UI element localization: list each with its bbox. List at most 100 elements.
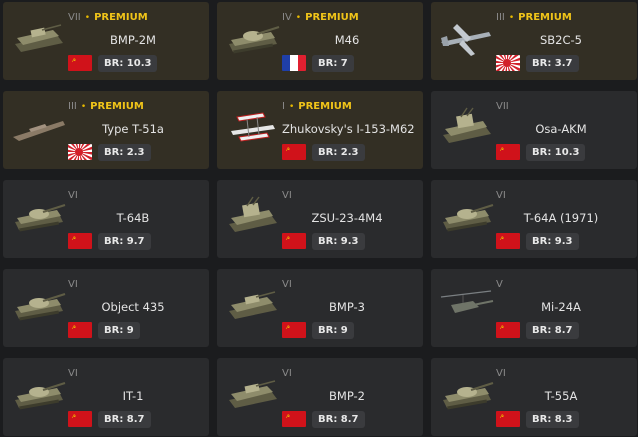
vehicle-card[interactable]: III • PREMIUM SB2C-5 BR: 3.7 — [431, 2, 637, 80]
tier-label: VII • PREMIUM — [68, 12, 148, 23]
vehicle-name: Type T-51a — [102, 122, 164, 136]
ussr-flag-icon: ☭ — [496, 144, 520, 160]
svg-text:☭: ☭ — [500, 414, 505, 420]
premium-badge: PREMIUM — [518, 12, 572, 23]
separator-dot-icon: • — [80, 102, 87, 112]
ussr-flag-icon: ☭ — [68, 55, 92, 71]
battle-rating-badge: BR: 9.3 — [526, 233, 579, 250]
vehicle-card[interactable]: VI IT-1 ☭ BR: 8.7 — [3, 358, 209, 436]
vehicle-grid: VII • PREMIUM BMP-2M ☭ BR: 10.3 IV • PREMIUM M46… — [0, 0, 638, 437]
vehicle-name: BMP-2M — [110, 33, 156, 47]
battle-rating-badge: BR: 7 — [312, 55, 354, 72]
separator-dot-icon: • — [84, 13, 91, 23]
vehicle-card[interactable]: VI Object 435 ☭ BR: 9 — [3, 269, 209, 347]
tier-numeral: III — [496, 12, 505, 23]
plane-vehicle-icon — [437, 18, 495, 58]
vehicle-name: Zhukovsky's I-153-M62 — [282, 122, 415, 136]
svg-text:☭: ☭ — [286, 236, 291, 242]
tier-numeral: VI — [68, 279, 78, 290]
tier-label: VI — [496, 190, 506, 201]
vehicle-card[interactable]: VI T-64B ☭ BR: 9.7 — [3, 180, 209, 258]
vehicle-name: BMP-2 — [329, 389, 365, 403]
vehicle-name: Mi-24A — [541, 300, 581, 314]
vehicle-card[interactable]: VI BMP-2 ☭ BR: 8.7 — [217, 358, 423, 436]
spaa-vehicle-icon — [437, 107, 495, 147]
tier-label: I • PREMIUM — [282, 101, 352, 112]
japan-flag-icon — [496, 55, 520, 71]
ussr-flag-icon: ☭ — [496, 411, 520, 427]
ussr-flag-icon: ☭ — [68, 322, 92, 338]
tier-numeral: VII — [68, 12, 81, 23]
ussr-flag-icon: ☭ — [282, 144, 306, 160]
separator-dot-icon: • — [295, 13, 302, 23]
svg-text:☭: ☭ — [500, 325, 505, 331]
tier-label: VI — [68, 190, 78, 201]
tier-numeral: VII — [496, 101, 509, 112]
svg-text:☭: ☭ — [72, 236, 77, 242]
vehicle-card[interactable]: VII Osa-AKM ☭ BR: 10.3 — [431, 91, 637, 169]
tank-vehicle-icon — [9, 196, 67, 236]
tier-numeral: VI — [282, 190, 292, 201]
tier-numeral: VI — [68, 368, 78, 379]
tier-numeral: VI — [496, 190, 506, 201]
tank-vehicle-icon — [223, 18, 281, 58]
tank-vehicle-icon — [437, 196, 495, 236]
tier-label: IV • PREMIUM — [282, 12, 359, 23]
premium-badge: PREMIUM — [298, 101, 352, 112]
vehicle-card[interactable]: IV • PREMIUM M46 BR: 7 — [217, 2, 423, 80]
vehicle-name: BMP-3 — [329, 300, 365, 314]
ussr-flag-icon: ☭ — [496, 233, 520, 249]
heli-vehicle-icon — [437, 285, 495, 325]
vehicle-name: IT-1 — [122, 389, 144, 403]
ussr-flag-icon: ☭ — [68, 411, 92, 427]
premium-badge: PREMIUM — [305, 12, 359, 23]
battle-rating-badge: BR: 2.3 — [312, 144, 365, 161]
tier-numeral: VI — [282, 368, 292, 379]
vehicle-card[interactable]: I • PREMIUM Zhukovsky's I-153-M62 ☭ BR: 2.3 — [217, 91, 423, 169]
france-flag-icon — [282, 55, 306, 71]
tank-vehicle-icon — [9, 285, 67, 325]
premium-badge: PREMIUM — [94, 12, 148, 23]
tank-vehicle-icon — [437, 374, 495, 414]
battle-rating-badge: BR: 8.7 — [98, 411, 151, 428]
ussr-flag-icon: ☭ — [282, 322, 306, 338]
vehicle-card[interactable]: VI T-64A (1971) ☭ BR: 9.3 — [431, 180, 637, 258]
battle-rating-badge: BR: 9.7 — [98, 233, 151, 250]
premium-badge: PREMIUM — [90, 101, 144, 112]
tier-label: VI — [496, 368, 506, 379]
spaa-vehicle-icon — [223, 196, 281, 236]
tank-vehicle-icon — [9, 374, 67, 414]
tier-numeral: V — [496, 279, 503, 290]
tier-numeral: VI — [496, 368, 506, 379]
separator-dot-icon: • — [508, 13, 515, 23]
vehicle-name: T-64B — [116, 211, 150, 225]
vehicle-card[interactable]: VI T-55A ☭ BR: 8.3 — [431, 358, 637, 436]
svg-text:☭: ☭ — [286, 325, 291, 331]
vehicle-card[interactable]: VI BMP-3 ☭ BR: 9 — [217, 269, 423, 347]
tier-numeral: I — [282, 101, 285, 112]
vehicle-name: SB2C-5 — [539, 33, 582, 47]
vehicle-card[interactable]: III • PREMIUM Type T-51a BR: 2.3 — [3, 91, 209, 169]
tier-label: VI — [282, 279, 292, 290]
battle-rating-badge: BR: 9 — [98, 322, 140, 339]
ussr-flag-icon: ☭ — [68, 233, 92, 249]
vehicle-card[interactable]: VI ZSU-23-4M4 ☭ BR: 9.3 — [217, 180, 423, 258]
ussr-flag-icon: ☭ — [282, 411, 306, 427]
separator-dot-icon: • — [288, 102, 295, 112]
tier-label: VII — [496, 101, 509, 112]
battle-rating-badge: BR: 8.7 — [526, 322, 579, 339]
tier-numeral: VI — [68, 190, 78, 201]
tier-numeral: VI — [282, 279, 292, 290]
vehicle-name: T-64A (1971) — [523, 211, 599, 225]
tier-label: III • PREMIUM — [68, 101, 144, 112]
tier-label: VI — [282, 368, 292, 379]
ifv-vehicle-icon — [223, 285, 281, 325]
battle-rating-badge: BR: 9 — [312, 322, 354, 339]
vehicle-card[interactable]: V Mi-24A ☭ BR: 8.7 — [431, 269, 637, 347]
tier-label: VI — [68, 368, 78, 379]
svg-text:☭: ☭ — [72, 58, 77, 64]
svg-text:☭: ☭ — [500, 147, 505, 153]
vehicle-card[interactable]: VII • PREMIUM BMP-2M ☭ BR: 10.3 — [3, 2, 209, 80]
boat-vehicle-icon — [9, 107, 67, 147]
biplane-vehicle-icon — [223, 107, 281, 147]
